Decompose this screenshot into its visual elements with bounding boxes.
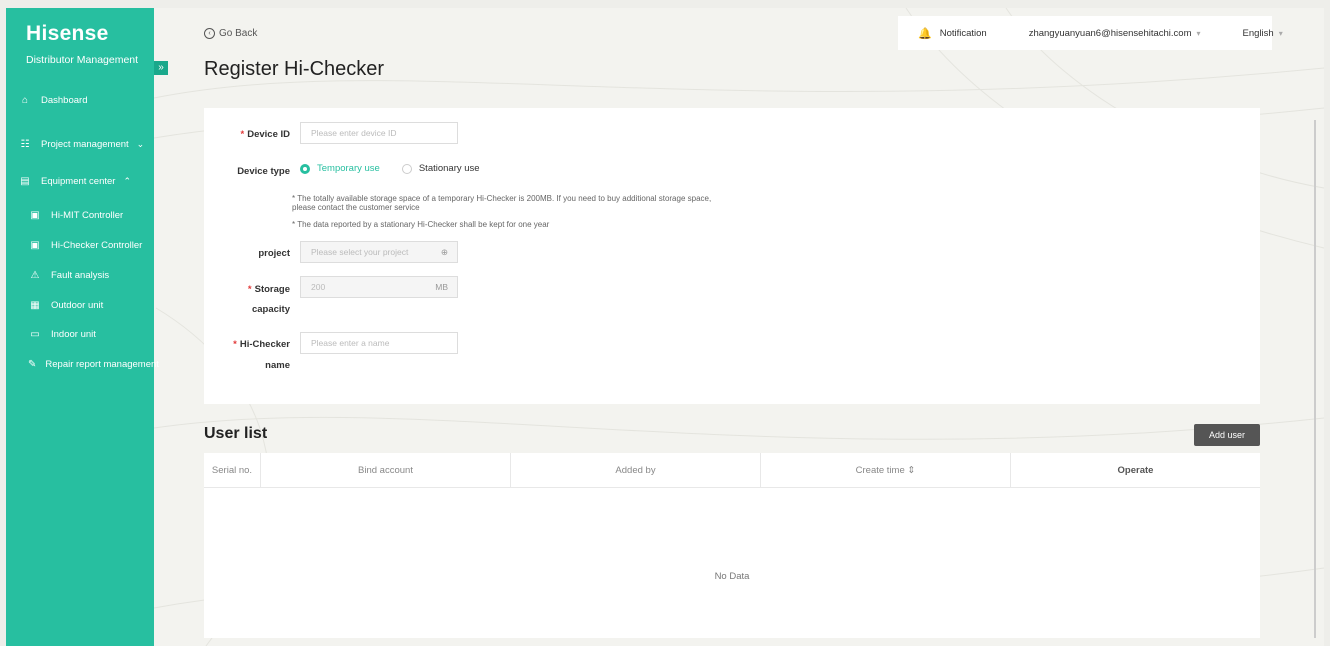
radio-temporary-use[interactable] (300, 163, 310, 174)
indoor-unit-icon: ▭ (30, 328, 40, 340)
top-bar: 🔔 Notification zhangyuanyuan6@hisensehit… (898, 16, 1283, 50)
column-serial-no: Serial no. (204, 453, 261, 488)
empty-state: No Data (714, 571, 750, 582)
device-id-input[interactable]: Please enter device ID (300, 122, 458, 144)
project-label: project (258, 248, 290, 259)
user-list-title: User list (204, 425, 268, 442)
outdoor-unit-icon: ▦ (30, 299, 40, 311)
checker-name-input[interactable]: Please enter a name (300, 332, 458, 354)
brand-subtitle: Distributor Management (26, 54, 139, 66)
add-circle-icon[interactable]: ⊕ (441, 242, 448, 262)
register-form: * Device ID Please enter device ID Device… (204, 108, 1260, 404)
page-scrollbar[interactable] (1314, 120, 1316, 638)
sidebar-item-label: Repair report management (45, 358, 159, 370)
table-header: Serial no. Bind account Added by Create … (204, 453, 1260, 488)
sidebar-collapse-button[interactable]: » (154, 61, 168, 75)
bell-icon[interactable]: 🔔 (918, 27, 932, 40)
retention-hint: * The data reported by a stationary Hi-C… (292, 220, 550, 229)
sidebar: Hisense Distributor Management ⌂ Dashboa… (6, 8, 159, 646)
radio-stationary-label[interactable]: Stationary use (419, 163, 480, 174)
storage-value: 200 (311, 282, 326, 292)
notification-link[interactable]: Notification (940, 28, 987, 39)
go-back-label: Go Back (219, 28, 258, 39)
grid-icon: ☷ (20, 138, 30, 150)
list-icon: ▤ (20, 175, 30, 187)
sidebar-item-project-management[interactable]: ☷ Project management ⌄ (6, 134, 154, 154)
sidebar-item-dashboard[interactable]: ⌂ Dashboard (6, 90, 154, 110)
caret-down-icon[interactable]: ▾ (1279, 29, 1283, 38)
controller-icon: ▣ (30, 239, 40, 251)
wrench-icon: ✎ (28, 358, 37, 370)
sidebar-item-hi-mit-controller[interactable]: ▣ Hi-MIT Controller (6, 205, 154, 225)
user-table: Serial no. Bind account Added by Create … (204, 453, 1260, 638)
sidebar-item-fault-analysis[interactable]: ⚠ Fault analysis (6, 265, 154, 285)
user-account-dropdown[interactable]: zhangyuanyuan6@hisensehitachi.com (1029, 28, 1192, 39)
radio-stationary-use[interactable] (401, 163, 412, 174)
warning-icon: ⚠ (30, 269, 40, 281)
column-operate: Operate (1117, 465, 1154, 476)
controller-icon: ▣ (30, 209, 40, 221)
sidebar-item-repair-report-management[interactable]: ✎ Repair report management (6, 354, 159, 374)
sidebar-item-outdoor-unit[interactable]: ▦ Outdoor unit (6, 295, 154, 315)
back-circle-icon: ‹ (204, 28, 215, 39)
chevron-up-icon: ⌃ (123, 175, 132, 186)
language-dropdown[interactable]: English (1243, 28, 1274, 39)
page-title: Register Hi-Checker (204, 58, 385, 80)
project-select[interactable]: Please select your project ⊕ (300, 241, 458, 263)
storage-capacity-label-line2: capacity (251, 304, 290, 315)
checker-name-label: * Hi-Checker (233, 339, 290, 350)
caret-down-icon[interactable]: ▾ (1197, 29, 1201, 38)
column-bind-account: Bind account (261, 453, 511, 488)
sidebar-item-hi-checker-controller[interactable]: ▣ Hi-Checker Controller (6, 235, 154, 255)
chevron-down-icon: ⌄ (136, 138, 145, 149)
device-id-label: * Device ID (240, 129, 290, 140)
device-type-label: Device type (237, 166, 290, 177)
brand-logo: Hisense (26, 22, 109, 45)
add-user-button[interactable]: Add user (1194, 424, 1260, 446)
sidebar-item-label: Fault analysis (51, 269, 110, 281)
column-create-time-sortable[interactable]: Create time ⇕ (761, 453, 1011, 488)
sidebar-item-label: Outdoor unit (51, 299, 104, 311)
sidebar-item-label: Hi-MIT Controller (51, 209, 124, 221)
storage-unit: MB (435, 282, 448, 292)
project-placeholder: Please select your project (311, 247, 409, 257)
sidebar-item-equipment-center[interactable]: ▤ Equipment center ⌃ (6, 171, 154, 191)
checker-name-label-line2: name (265, 360, 290, 371)
sidebar-item-label: Equipment center (41, 175, 116, 187)
sidebar-item-label: Hi-Checker Controller (51, 239, 143, 251)
sidebar-item-label: Indoor unit (51, 328, 96, 340)
sidebar-item-label: Dashboard (41, 94, 88, 106)
storage-hint: * The totally available storage space of… (292, 194, 712, 212)
device-type-radio-group: Temporary use Stationary use (300, 163, 502, 174)
sidebar-item-indoor-unit[interactable]: ▭ Indoor unit (6, 324, 154, 344)
column-added-by: Added by (511, 453, 761, 488)
sidebar-item-label: Project management (41, 138, 129, 150)
storage-capacity-label: * Storage (247, 284, 290, 295)
radio-temporary-label[interactable]: Temporary use (317, 163, 380, 174)
home-icon: ⌂ (21, 94, 29, 106)
go-back-link[interactable]: ‹ Go Back (204, 28, 257, 39)
storage-capacity-input: 200 MB (300, 276, 458, 298)
